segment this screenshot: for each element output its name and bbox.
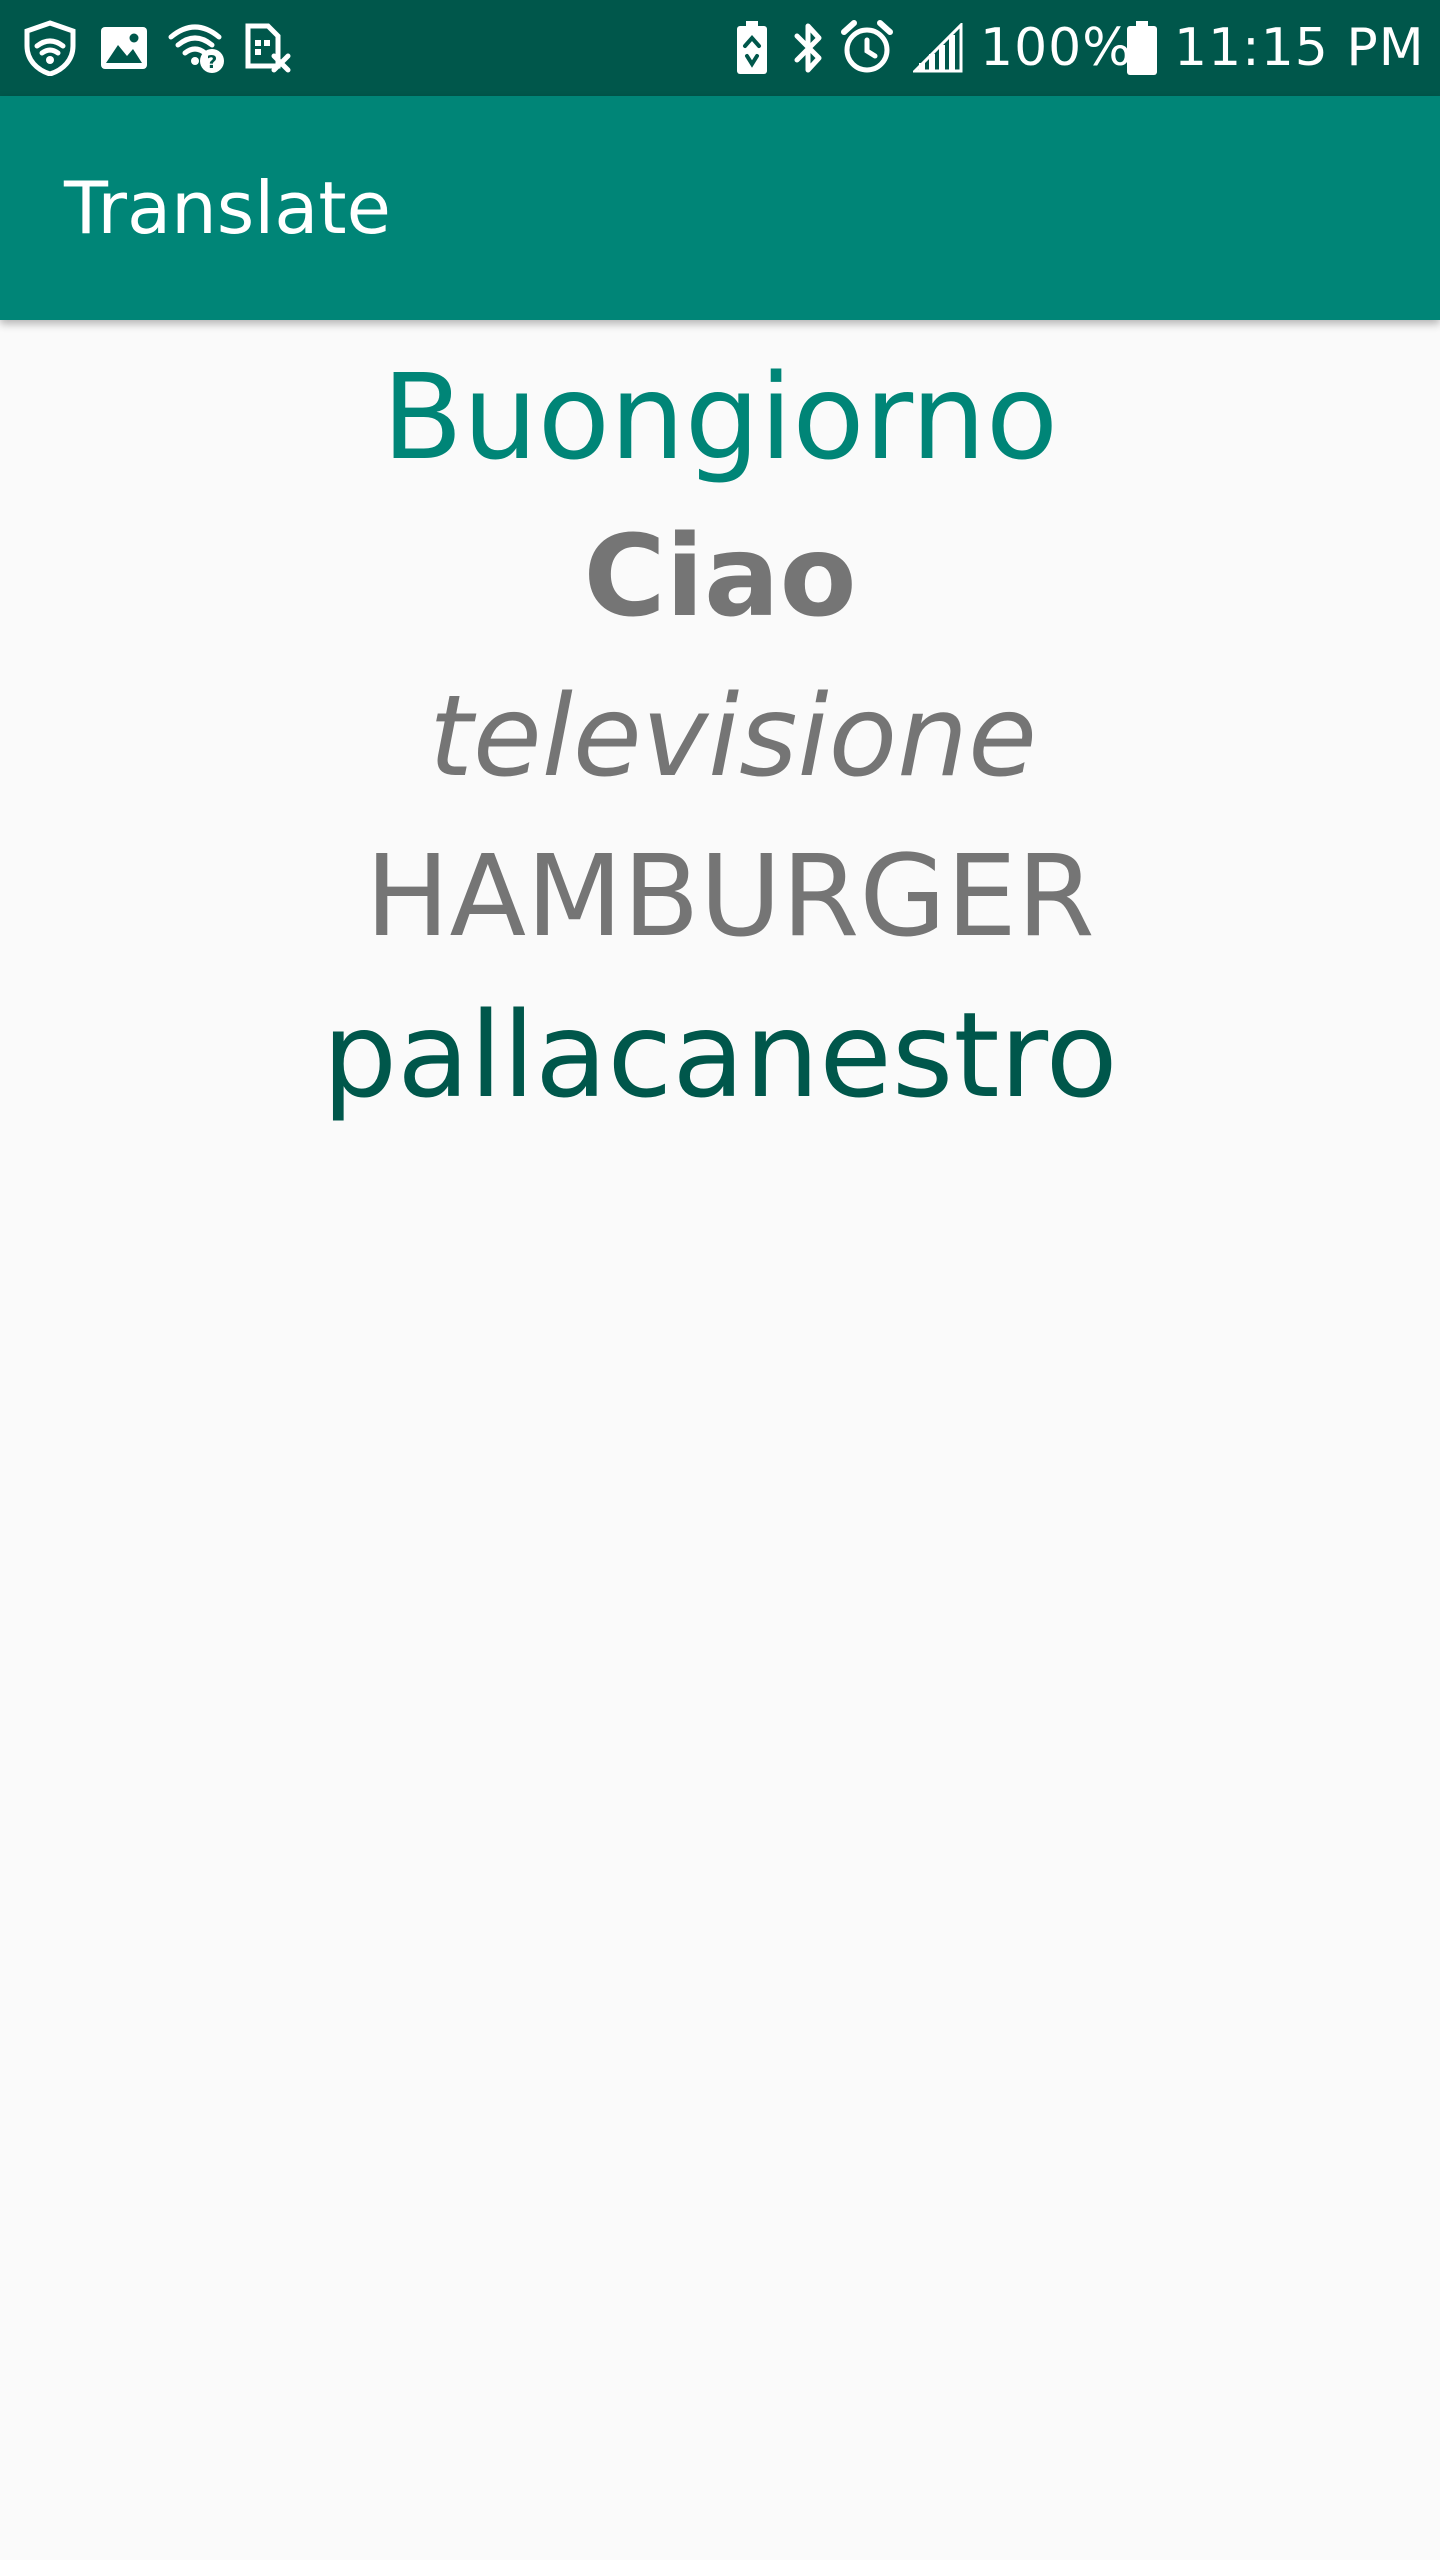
signal-icon bbox=[912, 20, 964, 76]
wifi-question-icon: ? bbox=[168, 20, 226, 76]
word-ciao: Ciao bbox=[583, 512, 857, 642]
bluetooth-icon bbox=[788, 20, 828, 76]
battery-saver-icon bbox=[732, 20, 772, 76]
clock: 11:15 PM bbox=[1174, 18, 1425, 78]
battery-percent: 100% bbox=[980, 18, 1133, 78]
word-buongiorno: Buongiorno bbox=[381, 348, 1059, 486]
battery-full-icon bbox=[1124, 20, 1160, 76]
status-bar: ? 100% 11:15 PM bbox=[0, 0, 1440, 96]
image-icon bbox=[98, 20, 150, 76]
shield-icon bbox=[22, 20, 78, 76]
app-title: Translate bbox=[64, 166, 391, 250]
word-hamburger: HAMBURGER bbox=[365, 832, 1095, 962]
svg-text:?: ? bbox=[207, 52, 217, 73]
word-televisione: televisione bbox=[428, 672, 1038, 802]
word-pallacanestro: pallacanestro bbox=[322, 986, 1118, 1124]
alarm-icon bbox=[840, 20, 894, 76]
no-sim-icon bbox=[244, 20, 292, 76]
app-bar: Translate bbox=[0, 96, 1440, 320]
